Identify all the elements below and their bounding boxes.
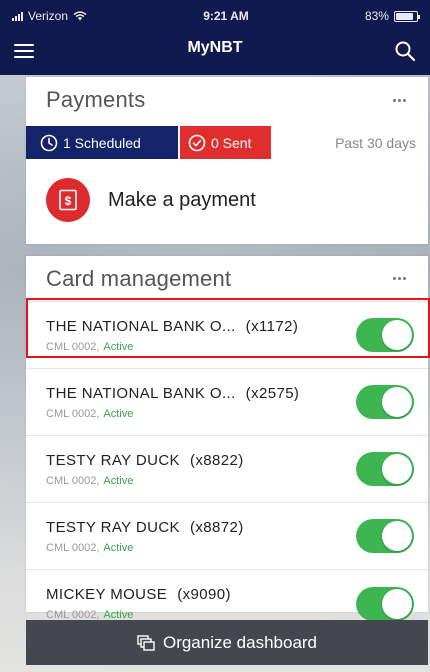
account-number: (x2575) <box>245 384 300 402</box>
account-status: Active <box>103 474 134 487</box>
account-number: (x1172) <box>245 317 299 335</box>
app-title: MyNBT <box>187 39 243 56</box>
card-toggle[interactable] <box>356 385 414 419</box>
organize-dashboard-button[interactable]: Organize dashboard <box>26 620 428 665</box>
payments-title: Payments <box>46 87 146 112</box>
account-number: (x8822) <box>189 451 244 469</box>
wifi-icon <box>73 11 87 21</box>
account-status: Active <box>103 407 134 420</box>
scheduled-payments-button[interactable]: 1 Scheduled <box>26 126 178 159</box>
account-number: (x9090) <box>177 586 231 603</box>
account-status: Active <box>103 340 134 353</box>
account-code: CML 0002, <box>46 541 100 554</box>
organize-icon <box>137 634 155 651</box>
card-toggle[interactable] <box>356 452 414 486</box>
account-row[interactable]: TESTY RAY DUCK (x8822) CML 0002, Active <box>26 436 428 503</box>
account-list: THE NATIONAL BANK O... (x1172) CML 0002, A… <box>26 302 428 637</box>
card-toggle[interactable] <box>356 586 414 621</box>
account-code: CML 0002, <box>46 340 100 353</box>
check-circle-icon <box>188 134 206 151</box>
organize-label: Organize dashboard <box>162 632 318 652</box>
search-icon[interactable] <box>394 40 416 62</box>
card-toggle[interactable] <box>356 318 414 352</box>
card-management-card: Card management THE NATIONAL BANK O... (x… <box>26 256 428 621</box>
nav-bar: MyNBT <box>0 32 430 75</box>
account-name: TESTY RAY DUCK <box>46 518 180 536</box>
make-payment-label: Make a payment <box>108 188 256 211</box>
period-label: Past 30 days <box>335 134 416 151</box>
account-row[interactable]: THE NATIONAL BANK O... (x1172) CML 0002, A… <box>26 302 428 369</box>
card-management-title: Card management <box>46 265 232 291</box>
account-code: CML 0002, <box>46 474 100 487</box>
top-bar: Verizon 9:21 AM 83% MyNBT <box>0 0 430 75</box>
account-row[interactable]: THE NATIONAL BANK O... (x2575) CML 0002, A… <box>26 369 428 436</box>
account-status: Active <box>103 541 134 554</box>
account-name: THE NATIONAL BANK O... <box>46 384 236 402</box>
account-row[interactable]: TESTY RAY DUCK (x8872) CML 0002, Active <box>26 503 428 570</box>
scheduled-label: 1 Scheduled <box>63 134 141 151</box>
signal-icon <box>12 11 23 21</box>
more-options-icon[interactable] <box>393 277 406 280</box>
account-name: TESTY RAY DUCK <box>46 451 180 469</box>
status-bar: Verizon 9:21 AM 83% <box>0 0 430 32</box>
payment-icon: $ <box>46 178 90 222</box>
clock-icon <box>40 134 58 151</box>
account-name: MICKEY MOUSE <box>46 586 168 603</box>
account-number: (x8872) <box>189 518 244 536</box>
account-name: THE NATIONAL BANK O... <box>46 317 236 335</box>
account-code: CML 0002, <box>46 407 100 420</box>
card-toggle[interactable] <box>356 519 414 553</box>
hamburger-menu-icon[interactable] <box>14 43 34 58</box>
battery-percent: 83% <box>364 9 389 23</box>
make-payment-button[interactable]: $ Make a payment <box>26 164 428 236</box>
sent-label: 0 Sent <box>211 134 252 151</box>
sent-payments-button[interactable]: 0 Sent <box>180 126 271 159</box>
battery-icon <box>393 10 420 22</box>
clock: 9:21 AM <box>203 9 249 23</box>
payments-card: Payments 1 Scheduled 0 Sent Past 30 days… <box>26 77 428 244</box>
carrier-label: Verizon <box>28 9 69 23</box>
more-options-icon[interactable] <box>393 98 406 102</box>
svg-text:$: $ <box>65 194 72 208</box>
